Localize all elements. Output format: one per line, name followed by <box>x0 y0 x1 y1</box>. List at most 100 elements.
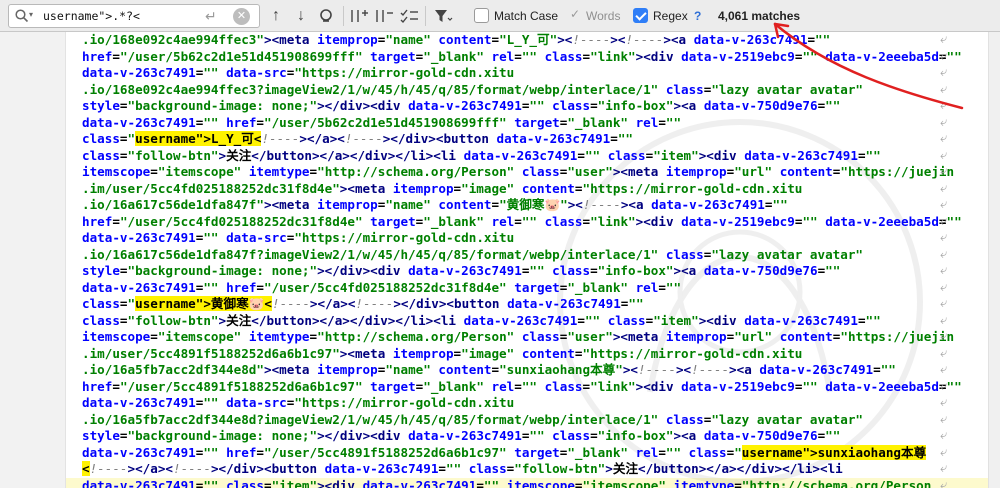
code-token: ><div <box>698 147 745 163</box>
code-token: href <box>82 213 113 229</box>
code-line[interactable]: data-v-263c7491="" href="/user/5cc4fd025… <box>82 280 982 297</box>
regex-checkbox[interactable] <box>633 8 648 23</box>
code-line[interactable]: data-v-263c7491="" href="/user/5b62c2d1e… <box>82 115 982 132</box>
code-line[interactable]: .io/16a5fb7acc2df344e8d?imageView2/1/w/4… <box>82 412 982 429</box>
code-token: "lazy avatar avatar" <box>711 81 863 97</box>
code-token: !---- <box>261 131 300 146</box>
code-token: "name" <box>385 32 439 47</box>
code-line[interactable]: .im/user/5cc4891f5188252d6a6b1c97"><meta… <box>82 346 982 363</box>
code-token: ><a <box>673 98 704 113</box>
code-token: ></a>< <box>299 131 345 146</box>
code-token: data-v-263c7491 <box>408 428 522 443</box>
code-editor[interactable]: .io/168e092c4ae994ffec3"><meta itemprop=… <box>0 32 1000 488</box>
code-line[interactable]: .io/16a617c56de1dfa847f"><meta itemprop =… <box>82 197 982 214</box>
code-line[interactable]: .io/168e092c4ae994ffec3"><meta itemprop =… <box>82 32 982 49</box>
code-token: class <box>665 246 704 262</box>
code-token: >< <box>622 362 639 377</box>
code-token: class <box>552 428 591 443</box>
select-all-occurrences-icon[interactable] <box>398 5 420 27</box>
code-token: "" <box>203 114 227 130</box>
code-line[interactable]: href="/user/5b62c2d1e51d451908699fff" ta… <box>82 49 982 66</box>
code-token: target <box>370 378 416 394</box>
code-token: class <box>544 213 583 229</box>
code-line[interactable]: .io/16a5fb7acc2df344e8d"><meta itemprop =… <box>82 362 982 379</box>
code-token: ><meta <box>339 180 393 196</box>
code-token: data-v-263c7491 <box>408 263 522 278</box>
error-stripe[interactable] <box>988 32 1000 488</box>
match-case-checkbox[interactable] <box>474 8 489 23</box>
code-line[interactable]: data-v-263c7491="" data-src="https://mir… <box>82 395 982 412</box>
soft-wrap-icon: ⤶ <box>940 230 948 245</box>
code-token: data-v-750d9e76 <box>703 98 818 113</box>
code-line[interactable]: class="username">黄御寒🐷<!----></a><!----><… <box>82 296 982 313</box>
code-token: ><div <box>635 378 682 394</box>
code-lines[interactable]: .io/168e092c4ae994ffec3"><meta itemprop=… <box>82 32 982 488</box>
editor-gutter[interactable] <box>0 32 66 488</box>
code-line[interactable]: href="/user/5cc4891f5188252d6a6b1c97" ta… <box>82 379 982 396</box>
code-token: data-v-263c7491 <box>693 32 808 47</box>
code-token: !---- <box>355 296 394 311</box>
match-case-label[interactable]: Match Case <box>494 9 558 23</box>
code-token: "background-image: none;" <box>127 98 318 113</box>
next-occurrence-icon[interactable]: ↓ <box>290 5 312 27</box>
code-token: "" <box>203 477 227 488</box>
filter-icon[interactable] <box>432 5 454 27</box>
soft-wrap-icon: ⤶ <box>940 147 948 163</box>
code-token: "" <box>203 395 227 410</box>
code-line[interactable]: href="/user/5cc4fd025188252dc31f8d4e" ta… <box>82 214 982 231</box>
regex-label[interactable]: Regex <box>653 9 688 23</box>
code-token: "" <box>529 263 553 278</box>
code-token: "image" <box>461 180 522 196</box>
code-line[interactable]: class="follow-btn">关注</button></a></div>… <box>82 148 982 165</box>
search-history-chevron-icon[interactable]: ▾ <box>29 10 33 19</box>
code-line[interactable]: .im/user/5cc4fd025188252dc31f8d4e"><meta… <box>82 181 982 198</box>
regex-help-link[interactable]: ? <box>694 9 701 23</box>
code-token: "" <box>802 378 826 394</box>
code-token: > <box>218 147 227 163</box>
code-token: "user" <box>567 329 613 344</box>
code-line[interactable]: data-v-263c7491="" class="item"><div dat… <box>82 478 982 488</box>
code-line[interactable]: <!----></a><!----></div><button data-v-2… <box>82 461 982 478</box>
code-line[interactable]: style="background-image: none;"></div><d… <box>82 98 982 115</box>
clear-icon[interactable]: ✕ <box>233 8 250 25</box>
code-token: ><meta <box>263 197 318 212</box>
code-token: target <box>514 279 560 295</box>
code-token: = <box>438 461 446 476</box>
code-token: data-v-263c7491 <box>82 395 196 410</box>
previous-occurrence-icon[interactable]: ↑ <box>265 5 287 27</box>
code-line[interactable]: itemscope="itemscope" itemtype="http://s… <box>82 329 982 346</box>
words-label[interactable]: Words <box>586 9 620 23</box>
code-line[interactable]: itemscope="itemscope" itemtype="http://s… <box>82 164 982 181</box>
code-line[interactable]: data-v-263c7491="" href="/user/5cc4891f5… <box>82 444 982 462</box>
search-input[interactable]: username">.*?< <box>43 9 140 23</box>
search-icon[interactable] <box>14 8 30 24</box>
code-line[interactable]: .io/16a617c56de1dfa847f?imageView2/1/w/4… <box>82 247 982 264</box>
words-check-icon[interactable]: ✓ <box>570 7 580 21</box>
code-line[interactable]: data-v-263c7491="" data-src="https://mir… <box>82 65 982 82</box>
code-token: data-v-2eeeba5d <box>825 378 939 394</box>
code-line[interactable]: style="background-image: none;"></div><d… <box>82 428 982 445</box>
code-token: = <box>610 131 618 146</box>
code-token: = <box>491 32 500 47</box>
code-line[interactable]: class="follow-btn">关注</button></a></div>… <box>82 313 982 330</box>
code-line[interactable]: class="username">L_Y_可<!----></a><!---->… <box>82 131 982 148</box>
add-occurrence-icon[interactable] <box>348 5 370 27</box>
enter-icon[interactable]: ↵ <box>205 8 217 25</box>
find-in-selection-icon[interactable] <box>316 5 338 27</box>
code-line[interactable]: data-v-263c7491="" data-src="https://mir… <box>82 230 982 247</box>
code-token: class <box>544 48 583 64</box>
search-field[interactable]: ▾ username">.*?< ↵ ✕ <box>8 4 260 28</box>
code-token: "/user/5cc4891f5188252d6a6b1c97" <box>264 444 515 460</box>
code-token: 关注 <box>612 461 639 476</box>
code-token: = <box>857 312 866 328</box>
code-token: "url" <box>734 329 780 344</box>
code-token: "" <box>825 428 841 443</box>
code-token: .im/user/5cc4891f5188252d6a6b1c97" <box>82 345 340 361</box>
code-token: rel <box>491 48 515 64</box>
code-token: content <box>438 197 492 212</box>
code-line[interactable]: .io/168e092c4ae994ffec3?imageView2/1/w/4… <box>82 82 982 99</box>
code-line[interactable]: style="background-image: none;"></div><d… <box>82 263 982 280</box>
remove-occurrence-icon[interactable] <box>373 5 395 27</box>
soft-wrap-icon: ⤶ <box>940 444 948 460</box>
soft-wrap-icon: ⤶ <box>940 345 948 361</box>
